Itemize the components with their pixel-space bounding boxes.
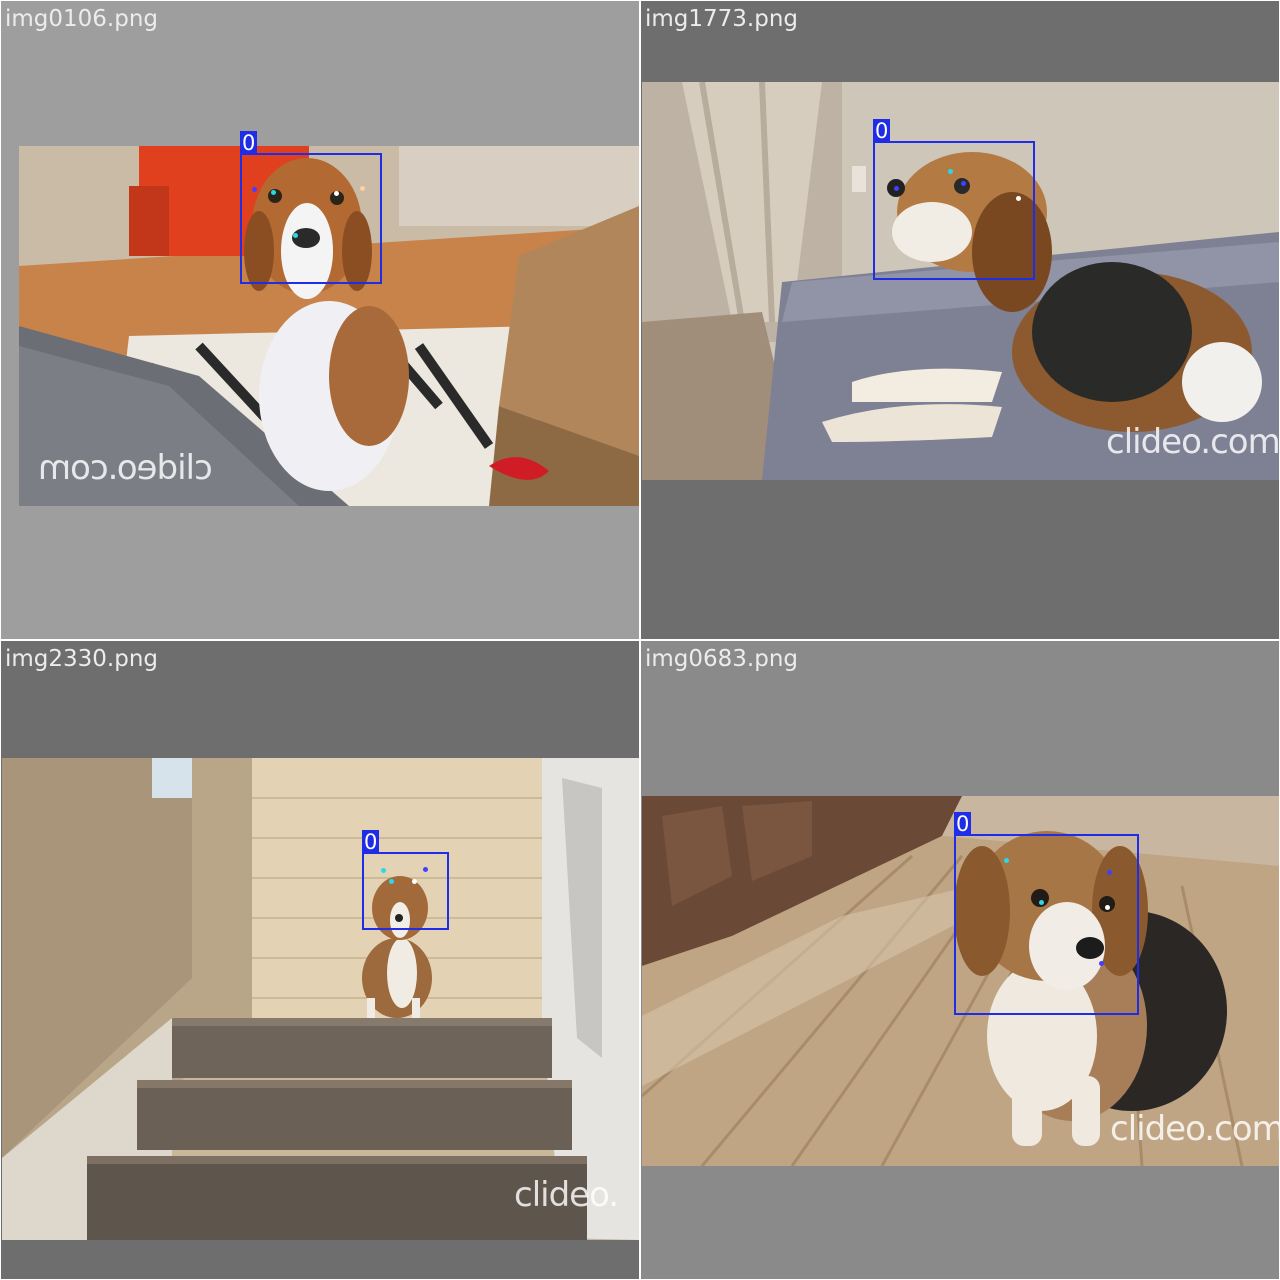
detection-class-label: 0 xyxy=(362,830,380,854)
watermark-text: clideo.com xyxy=(1106,422,1279,462)
detection-box xyxy=(362,852,449,930)
detection-box xyxy=(240,153,382,284)
keypoint-left-ear xyxy=(381,868,386,873)
watermark-text: clideo. xyxy=(514,1175,619,1215)
detection-box xyxy=(954,834,1139,1015)
keypoint-right-eye xyxy=(961,181,966,186)
image-panel-1: img0106.png clideo.com 0 xyxy=(1,1,639,639)
detection-class-label: 0 xyxy=(873,119,891,143)
keypoint-right-ear xyxy=(360,186,365,191)
keypoint-right-ear xyxy=(1016,196,1021,201)
watermark-text: clideo.com xyxy=(39,448,213,488)
keypoint-right-eye xyxy=(412,879,417,884)
keypoint-left-ear xyxy=(1004,858,1009,863)
keypoint-nose xyxy=(293,233,298,238)
keypoint-right-ear xyxy=(423,867,428,872)
filename-label: img0683.png xyxy=(645,646,799,672)
image-panel-2: img1773.png clideo.com 0 xyxy=(641,1,1279,639)
keypoint-right-eye xyxy=(334,191,339,196)
keypoint-left-eye xyxy=(948,169,953,174)
detection-class-label: 0 xyxy=(954,812,972,836)
filename-label: img0106.png xyxy=(5,6,159,32)
image-panel-4: img0683.png clideo.com 0 xyxy=(641,641,1279,1279)
keypoint-right-ear xyxy=(1107,870,1112,875)
watermark-text: clideo.com xyxy=(1110,1109,1279,1149)
keypoint-left-eye xyxy=(271,190,276,195)
keypoint-left-ear xyxy=(252,187,257,192)
keypoint-right-eye xyxy=(1105,905,1110,910)
keypoint-left-eye xyxy=(1039,900,1044,905)
keypoint-left-eye xyxy=(389,879,394,884)
image-panel-3: img2330.png clideo. 0 xyxy=(1,641,639,1279)
dog-photo: clideo. xyxy=(2,758,639,1240)
photo-scene xyxy=(2,758,639,1240)
detection-class-label: 0 xyxy=(240,131,258,155)
keypoint-nose xyxy=(894,186,899,191)
keypoint-nose xyxy=(1099,961,1104,966)
filename-label: img2330.png xyxy=(5,646,159,672)
detection-box xyxy=(873,141,1035,280)
filename-label: img1773.png xyxy=(645,6,799,32)
